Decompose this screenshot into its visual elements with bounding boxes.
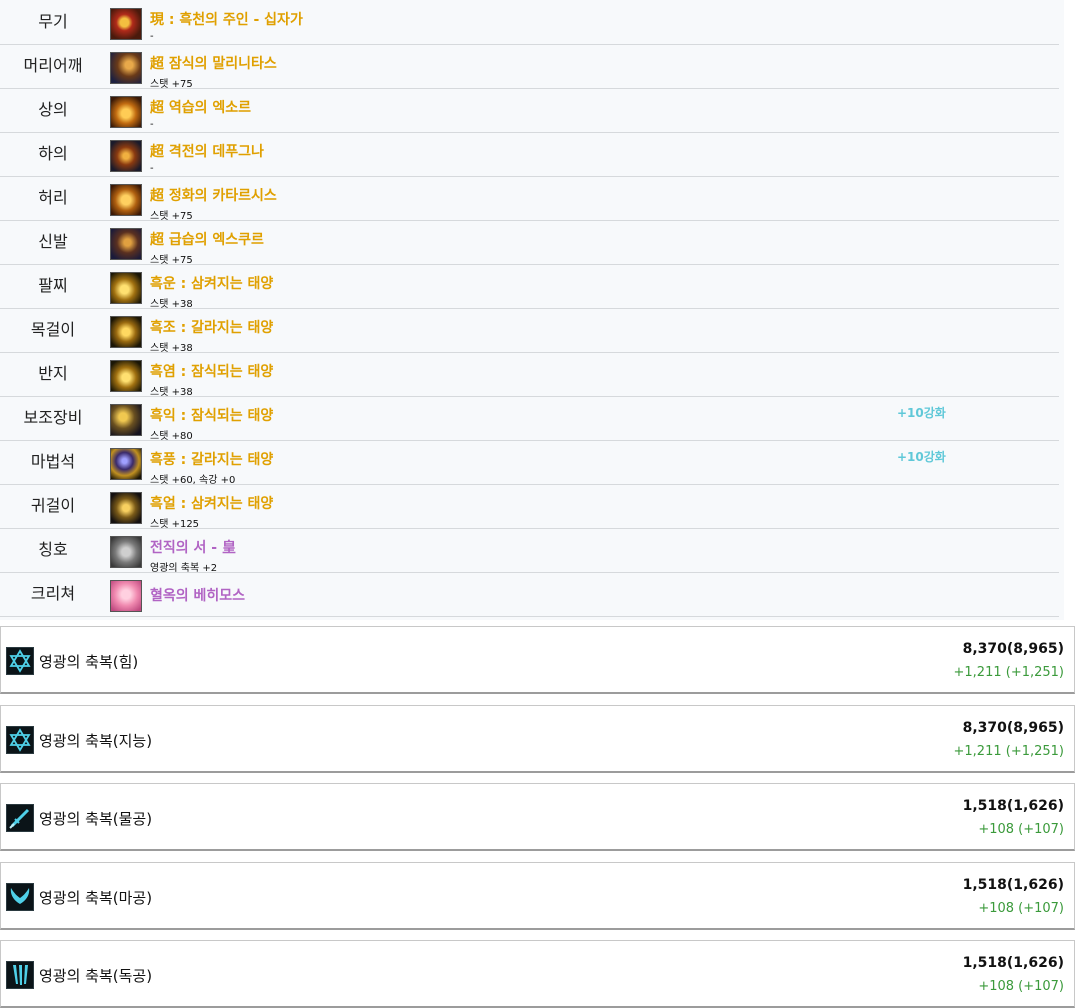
blessing-bonus: +108 (+107) [978, 822, 1064, 837]
blessing-value: 8,370(8,965) [962, 641, 1064, 657]
equipment-item-stat: - [150, 163, 154, 174]
equipment-slot-label: 마법석 [30, 452, 76, 471]
equipment-item-name[interactable]: 超 역습의 엑소르 [150, 97, 251, 117]
equipment-item-name[interactable]: 흑풍 : 갈라지는 태양 [150, 449, 273, 469]
equipment-row[interactable]: 보조장비 흑익 : 잠식되는 태양 스탯 +80 +10강화 [0, 396, 1059, 442]
equipment-slot-label: 보조장비 [23, 408, 83, 427]
equipment-row[interactable]: 무기 現 : 흑천의 주인 - 십자가 - [0, 0, 1059, 45]
top-armor-icon[interactable] [110, 96, 142, 128]
equipment-slot-label: 팔찌 [38, 276, 68, 295]
equipment-row[interactable]: 팔찌 흑운 : 삼켜지는 태양 스탯 +38 [0, 264, 1059, 310]
earring-icon[interactable] [110, 492, 142, 524]
reinforce-level: +10강화 [897, 450, 946, 464]
blessing-value: 1,518(1,626) [962, 798, 1064, 814]
equipment-slot-label: 귀걸이 [30, 496, 76, 515]
equipment-row[interactable]: 귀걸이 흑얼 : 삼켜지는 태양 스탯 +125 [0, 484, 1059, 530]
blessing-row[interactable]: 영광의 축복(마공) 1,518(1,626) +108 (+107) [0, 862, 1075, 930]
blessing-bonus: +1,211 (+1,251) [953, 665, 1065, 680]
blessing-bonus: +108 (+107) [978, 901, 1064, 916]
equipment-item-name[interactable]: 超 급습의 엑스쿠르 [150, 229, 264, 249]
equipment-slot-label: 무기 [38, 12, 68, 31]
bracelet-icon[interactable] [110, 272, 142, 304]
blessing-value: 1,518(1,626) [962, 955, 1064, 971]
blessing-bonus: +1,211 (+1,251) [953, 744, 1065, 759]
blessing-name: 영광의 축복(힘) [39, 653, 139, 671]
sword-icon [6, 804, 34, 832]
shoulder-armor-icon[interactable] [110, 52, 142, 84]
equipment-slot-label: 머리어깨 [23, 56, 83, 75]
equipment-item-name[interactable]: 흑운 : 삼켜지는 태양 [150, 273, 273, 293]
equipment-row[interactable]: 크리쳐 혈옥의 베히모스 [0, 572, 1059, 617]
blessing-name: 영광의 축복(물공) [39, 810, 153, 828]
equipment-slot-label: 목걸이 [30, 320, 76, 339]
hexagram-icon [6, 726, 34, 754]
magic-wings-icon [6, 883, 34, 911]
blessing-value: 1,518(1,626) [962, 877, 1064, 893]
magic-stone-icon[interactable] [110, 448, 142, 480]
equipment-row[interactable]: 반지 흑염 : 잠식되는 태양 스탯 +38 [0, 352, 1059, 398]
equipment-row[interactable]: 상의 超 역습의 엑소르 - [0, 88, 1059, 133]
blessing-row[interactable]: 영광의 축복(힘) 8,370(8,965) +1,211 (+1,251) [0, 626, 1075, 694]
equipment-row[interactable]: 마법석 흑풍 : 갈라지는 태양 스탯 +60, 속강 +0 +10강화 [0, 440, 1059, 486]
blessing-row[interactable]: 영광의 축복(독공) 1,518(1,626) +108 (+107) [0, 940, 1075, 1008]
equipment-item-name[interactable]: 흑익 : 잠식되는 태양 [150, 405, 273, 425]
ring-icon[interactable] [110, 360, 142, 392]
equipment-slot-label: 허리 [38, 188, 68, 207]
equipment-item-name[interactable]: 現 : 흑천의 주인 - 십자가 [150, 9, 303, 29]
wing-sub-equipment-icon[interactable] [110, 404, 142, 436]
equipment-slot-label: 신발 [38, 232, 68, 251]
equipment-row[interactable]: 칭호 전직의 서 - 皇 영광의 축복 +2 [0, 528, 1059, 574]
creature-pink-icon[interactable] [110, 580, 142, 612]
blessing-name: 영광의 축복(지능) [39, 732, 153, 750]
equipment-slot-label: 크리쳐 [30, 584, 76, 603]
equipment-item-name[interactable]: 혈옥의 베히모스 [150, 585, 245, 605]
equipment-slot-label: 반지 [38, 364, 68, 383]
equipment-item-name[interactable]: 超 잠식의 말리니타스 [150, 53, 277, 73]
equipment-item-name[interactable]: 전직의 서 - 皇 [150, 537, 236, 557]
equipment-item-name[interactable]: 超 격전의 데푸그나 [150, 141, 264, 161]
blessing-name: 영광의 축복(마공) [39, 889, 153, 907]
cross-weapon-icon[interactable] [110, 8, 142, 40]
equipment-item-name[interactable]: 흑염 : 잠식되는 태양 [150, 361, 273, 381]
equipment-row[interactable]: 신발 超 급습의 엑스쿠르 스탯 +75 [0, 220, 1059, 266]
blessing-row[interactable]: 영광의 축복(물공) 1,518(1,626) +108 (+107) [0, 783, 1075, 851]
bottom-armor-icon[interactable] [110, 140, 142, 172]
title-book-icon[interactable] [110, 536, 142, 568]
shoes-icon[interactable] [110, 228, 142, 260]
equipment-panel: 무기 現 : 흑천의 주인 - 십자가 - 머리어깨 超 잠식의 말리니타스 스탯 +75… [0, 0, 1064, 620]
equipment-slot-label: 칭호 [38, 540, 68, 559]
equipment-row[interactable]: 하의 超 격전의 데푸그나 - [0, 132, 1059, 177]
equipment-slot-label: 상의 [38, 100, 68, 119]
equipment-item-name[interactable]: 超 정화의 카타르시스 [150, 185, 277, 205]
equipment-item-name[interactable]: 흑조 : 갈라지는 태양 [150, 317, 273, 337]
reinforce-level: +10강화 [897, 406, 946, 420]
equipment-item-name[interactable]: 흑얼 : 삼켜지는 태양 [150, 493, 273, 513]
necklace-icon[interactable] [110, 316, 142, 348]
blessing-name: 영광의 축복(독공) [39, 967, 153, 985]
blessing-bonus: +108 (+107) [978, 979, 1064, 994]
hexagram-icon [6, 647, 34, 675]
equipment-row[interactable]: 허리 超 정화의 카타르시스 스탯 +75 [0, 176, 1059, 222]
equipment-item-stat: - [150, 31, 154, 42]
equipment-row[interactable]: 목걸이 흑조 : 갈라지는 태양 스탯 +38 [0, 308, 1059, 354]
claw-icon [6, 961, 34, 989]
equipment-row[interactable]: 머리어깨 超 잠식의 말리니타스 스탯 +75 [0, 44, 1059, 90]
blessing-row[interactable]: 영광의 축복(지능) 8,370(8,965) +1,211 (+1,251) [0, 705, 1075, 773]
equipment-slot-label: 하의 [38, 144, 68, 163]
blessing-value: 8,370(8,965) [962, 720, 1064, 736]
belt-icon[interactable] [110, 184, 142, 216]
equipment-item-stat: - [150, 119, 154, 130]
